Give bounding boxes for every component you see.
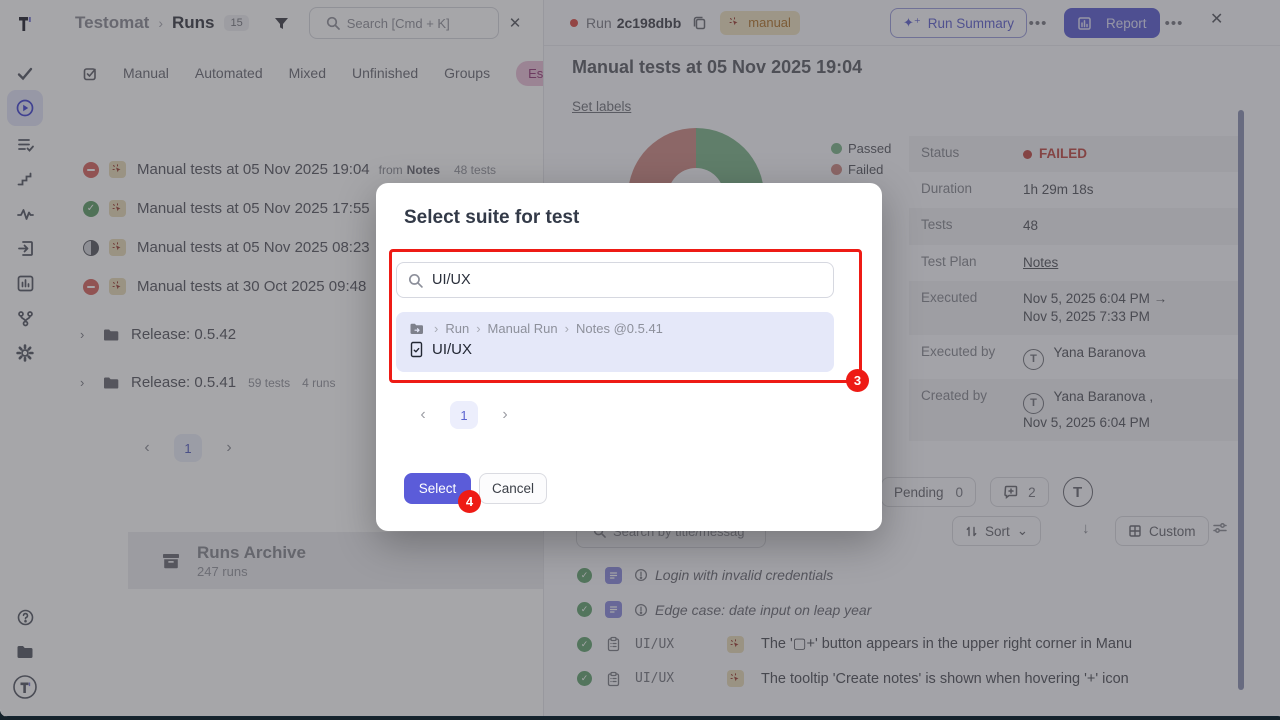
window-bottom-edge [0,716,1280,717]
next-page-icon[interactable]: › [494,406,516,424]
page-number[interactable]: 1 [450,401,478,429]
annotation-step-4: 4 [458,490,481,513]
cancel-button[interactable]: Cancel [479,473,547,504]
annotation-highlight-box [389,249,862,383]
prev-page-icon[interactable]: ‹ [412,406,434,424]
modal-pagination: ‹ 1 › [412,401,516,429]
app-window: Testomat › Runs 15 Search [Cmd + K] ✕ Ma… [0,0,1280,717]
annotation-step-3: 3 [846,369,869,392]
modal-title: Select suite for test [404,207,579,229]
